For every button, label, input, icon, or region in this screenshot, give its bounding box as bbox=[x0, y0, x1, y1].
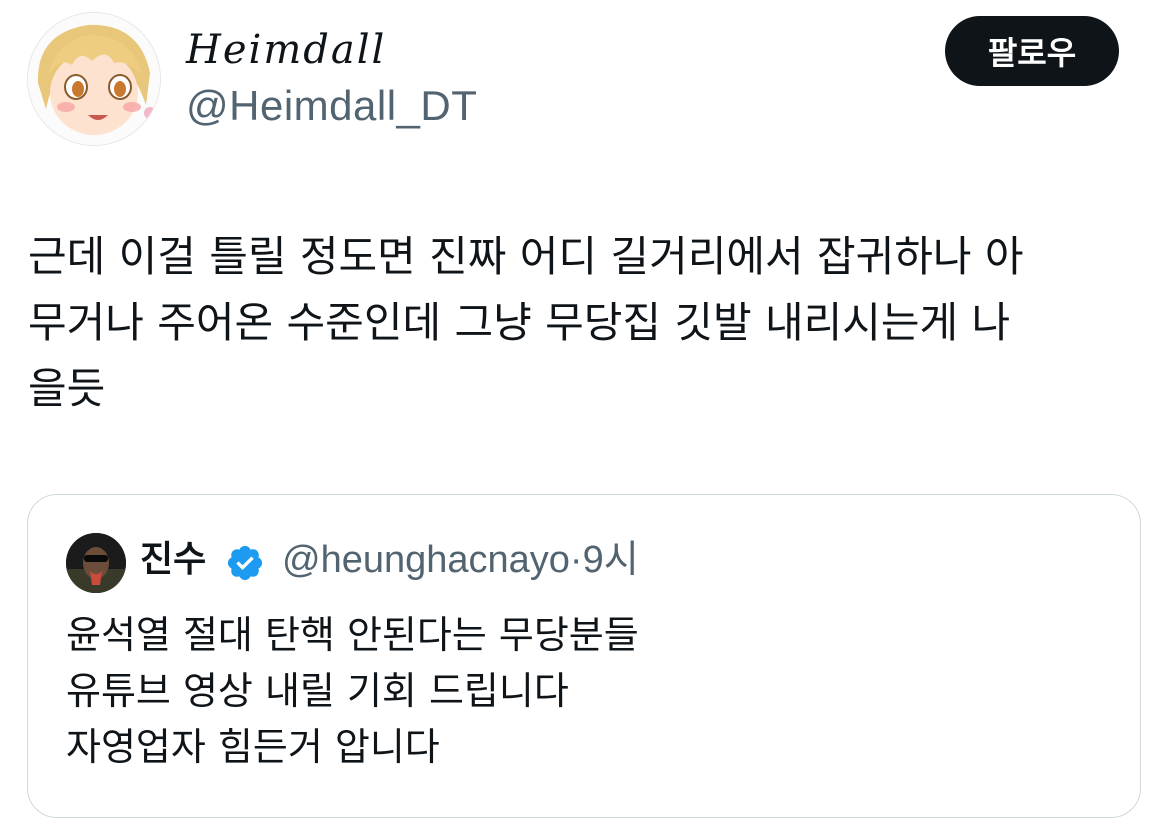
tweet-text-line: 무거나 주어온 수준인데 그냥 무당집 깃발 내리시는게 나 bbox=[28, 298, 1011, 347]
author-handle[interactable]: @Heimdall_DT bbox=[186, 80, 477, 132]
quoted-tweet-text: 윤석열 절대 탄핵 안된다는 무당분들 유튜브 영상 내릴 기회 드립니다 자영… bbox=[66, 607, 639, 775]
verified-badge-icon bbox=[227, 545, 263, 581]
author-display-name[interactable]: Heimdall bbox=[186, 26, 386, 74]
tweet-text-line: 을듯 bbox=[28, 364, 106, 413]
quoted-author-meta: @heunghacnayo·9시 bbox=[282, 537, 639, 583]
anime-character-avatar-icon bbox=[28, 13, 160, 145]
tweet-text-line: 근데 이걸 틀릴 정도면 진짜 어디 길거리에서 잡귀하나 아 bbox=[28, 232, 1024, 281]
author-avatar[interactable] bbox=[27, 12, 161, 146]
quoted-text-line: 윤석열 절대 탄핵 안된다는 무당분들 bbox=[66, 613, 639, 657]
quoted-tweet-card[interactable]: 진수 @heunghacnayo·9시 윤석열 절대 탄핵 안된다는 무당분들 … bbox=[27, 494, 1141, 818]
quoted-author-avatar[interactable] bbox=[66, 533, 126, 593]
follow-button[interactable]: 팔로우 bbox=[945, 16, 1119, 86]
quoted-author-handle[interactable]: @heunghacnayo bbox=[282, 539, 570, 581]
quoted-text-line: 자영업자 힘든거 압니다 bbox=[66, 725, 440, 769]
quoted-tweet-time[interactable]: 9시 bbox=[583, 539, 639, 581]
person-avatar-icon bbox=[66, 533, 126, 593]
quoted-text-line: 유튜브 영상 내릴 기회 드립니다 bbox=[66, 669, 569, 713]
meta-separator: · bbox=[569, 539, 583, 581]
quoted-author-name[interactable]: 진수 bbox=[140, 537, 206, 583]
tweet-text: 근데 이걸 틀릴 정도면 진짜 어디 길거리에서 잡귀하나 아 무거나 주어온 … bbox=[28, 224, 1148, 422]
